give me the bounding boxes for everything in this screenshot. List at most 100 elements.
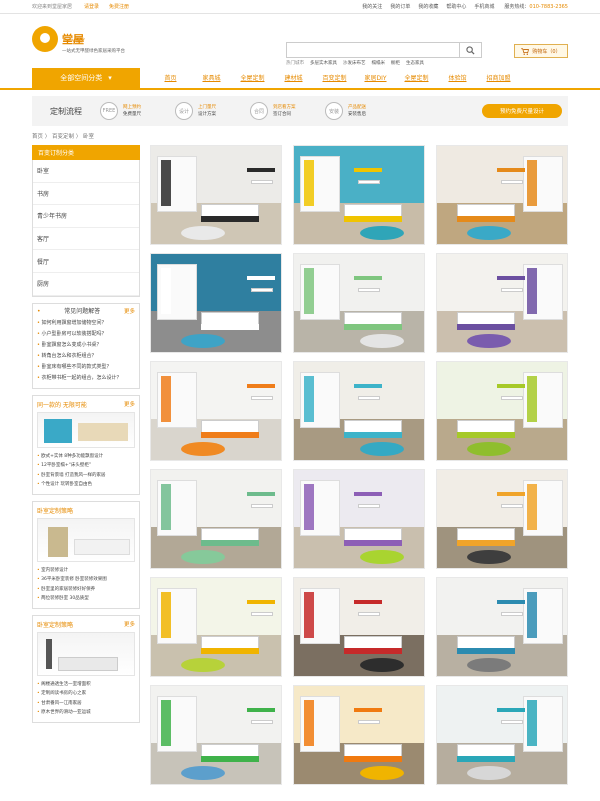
hot-word-link[interactable]: 橱柜 bbox=[391, 60, 400, 66]
article-box-title: 卧室定制策略 bbox=[37, 507, 74, 515]
rug bbox=[360, 442, 404, 456]
wall-shelf bbox=[354, 384, 382, 388]
nav-item-whole-house[interactable]: 全屋定制 bbox=[232, 73, 273, 82]
process-step: 合同 到店看方案 签订合同 bbox=[250, 102, 325, 120]
nav-item-home[interactable]: 首页 bbox=[150, 73, 191, 82]
article-link[interactable]: 欧式+实体 8种多功能飘窗设计 bbox=[37, 452, 135, 462]
nav-item-building-materials[interactable]: 建材城 bbox=[273, 73, 314, 82]
room-photo[interactable] bbox=[293, 469, 425, 569]
mobile-mall-link[interactable]: 手机商城 bbox=[474, 3, 494, 10]
wall-shelf bbox=[251, 288, 273, 292]
room-photo[interactable] bbox=[293, 253, 425, 353]
article-link[interactable]: 甘肃番风一江南家居 bbox=[37, 699, 135, 709]
more-link[interactable]: 更多 bbox=[124, 620, 135, 629]
cart-button[interactable]: 购物车（0） bbox=[514, 44, 568, 58]
room-photo[interactable] bbox=[150, 361, 282, 461]
wall-shelf bbox=[497, 708, 525, 712]
faq-item[interactable]: 小户型卧房可以软装搭配吗？ bbox=[37, 329, 135, 340]
article-link[interactable]: 原木世界的滑动一亚运城 bbox=[37, 708, 135, 718]
measure-icon: 设计 bbox=[175, 102, 193, 120]
article-link[interactable]: 36平米卧室装修 卧室装修效果图 bbox=[37, 575, 135, 585]
room-photo[interactable] bbox=[436, 145, 568, 245]
category-item-teen-study[interactable]: 青少年书房 bbox=[33, 205, 139, 228]
room-photo[interactable] bbox=[436, 577, 568, 677]
article-list: 欧式+实体 8种多功能飘窗设计 12平卧室榻+“床头壁柜” 卧室背景墙 打造我风… bbox=[37, 452, 135, 490]
faq-item[interactable]: 卧室床有哪些不同的款式类型？ bbox=[37, 362, 135, 373]
nav-item-whole-custom[interactable]: 全屋定制 bbox=[396, 73, 437, 82]
article-box: 卧室定制策略 室内装修设计 36平米卧室装修 卧室装修效果图 卧室里的家居装修好… bbox=[32, 500, 140, 609]
article-link[interactable]: 卧室背景墙 打造我风一样的家居 bbox=[37, 471, 135, 481]
faq-title: 常见问题解答 bbox=[64, 307, 101, 315]
room-photo[interactable] bbox=[436, 469, 568, 569]
nav-item-franchise[interactable]: 招商加盟 bbox=[478, 73, 519, 82]
room-photo[interactable] bbox=[150, 253, 282, 353]
article-link[interactable]: 卧室里的家居装修好好保养 bbox=[37, 585, 135, 595]
article-link[interactable]: 个性设计 玩转卧室自由色 bbox=[37, 480, 135, 490]
wardrobe-accent bbox=[527, 700, 537, 746]
my-favorites-link[interactable]: 我的收藏 bbox=[418, 3, 438, 10]
more-link[interactable]: 更多 bbox=[124, 308, 135, 316]
wall-shelf bbox=[501, 180, 523, 184]
hot-word-link[interactable]: 生态家具 bbox=[406, 60, 424, 66]
room-photo[interactable] bbox=[293, 145, 425, 245]
my-follow-link[interactable]: 我的关注 bbox=[362, 3, 382, 10]
hot-word-link[interactable]: 沙发床布艺 bbox=[343, 60, 366, 66]
room-photo[interactable] bbox=[293, 577, 425, 677]
nav-item-furniture[interactable]: 家具城 bbox=[191, 73, 232, 82]
room-photo[interactable] bbox=[150, 685, 282, 785]
wardrobe-accent bbox=[161, 700, 171, 746]
room-photo[interactable] bbox=[150, 469, 282, 569]
faq-item[interactable]: 卧室飘窗怎么变成小书桌？ bbox=[37, 340, 135, 351]
search-input[interactable] bbox=[287, 43, 457, 57]
wall-shelf bbox=[358, 396, 380, 400]
register-link[interactable]: 免费注册 bbox=[109, 3, 129, 10]
rug bbox=[467, 550, 511, 564]
room-photo[interactable] bbox=[436, 253, 568, 353]
wall-shelf bbox=[358, 720, 380, 724]
room-photo[interactable] bbox=[436, 361, 568, 461]
article-link[interactable]: 室内装修设计 bbox=[37, 566, 135, 576]
rug bbox=[467, 658, 511, 672]
all-categories-button[interactable]: 全部空间分类 ▾ bbox=[32, 68, 140, 88]
article-link[interactable]: 两位装修卧室 30品质型 bbox=[37, 594, 135, 604]
bed-frame bbox=[201, 756, 259, 762]
nav-menu: 首页 家具城 全屋定制 建材城 百变定制 家居DIY 全屋定制 体验馆 招商加盟 bbox=[150, 73, 519, 82]
category-item-study[interactable]: 书房 bbox=[33, 183, 139, 206]
article-thumbnail[interactable] bbox=[37, 411, 135, 448]
top-links: 我的关注 我的订单 我的收藏 帮助中心 手机商城 bbox=[362, 3, 494, 10]
article-link[interactable]: 12平卧室榻+“床头壁柜” bbox=[37, 461, 135, 471]
bed-frame bbox=[457, 756, 515, 762]
nav-item-experience[interactable]: 体验馆 bbox=[437, 73, 478, 82]
category-item-bedroom[interactable]: 卧室 bbox=[33, 160, 139, 183]
room-photo[interactable] bbox=[436, 685, 568, 785]
faq-item[interactable]: 转角台怎么和衣柜组合？ bbox=[37, 351, 135, 362]
article-thumbnail[interactable] bbox=[37, 631, 135, 676]
nav-item-custom[interactable]: 百变定制 bbox=[314, 73, 355, 82]
wardrobe-accent bbox=[527, 268, 537, 314]
nav-item-diy[interactable]: 家居DIY bbox=[355, 73, 396, 82]
delivery-truck-icon: 安装 bbox=[325, 102, 343, 120]
article-link[interactable]: 定制阅读书房的心之家 bbox=[37, 689, 135, 699]
faq-item[interactable]: 如何利用飘窗增加储物空间？ bbox=[37, 318, 135, 329]
room-photo[interactable] bbox=[293, 685, 425, 785]
room-photo[interactable] bbox=[150, 145, 282, 245]
wall-shelf bbox=[501, 720, 523, 724]
my-orders-link[interactable]: 我的订单 bbox=[390, 3, 410, 10]
faq-header: 常见问题解答 更多 bbox=[37, 308, 135, 316]
search-button[interactable] bbox=[459, 43, 481, 57]
room-photo[interactable] bbox=[293, 361, 425, 461]
hot-word-link[interactable]: 榻榻米 bbox=[372, 60, 386, 66]
help-center-link[interactable]: 帮助中心 bbox=[446, 3, 466, 10]
article-link[interactable]: 阁楼通透生活一室增面积 bbox=[37, 680, 135, 690]
article-thumbnail[interactable] bbox=[37, 517, 135, 562]
category-item-kitchen[interactable]: 厨房 bbox=[33, 273, 139, 296]
hot-word-link[interactable]: 多层实木家具 bbox=[310, 60, 337, 66]
login-link[interactable]: 请登录 bbox=[84, 3, 99, 10]
rug bbox=[467, 766, 511, 780]
category-item-living-room[interactable]: 客厅 bbox=[33, 228, 139, 251]
faq-item[interactable]: 衣柜带书柜一起的组合，怎么设计？ bbox=[37, 373, 135, 384]
room-photo[interactable] bbox=[150, 577, 282, 677]
book-free-design-button[interactable]: 预约免费尺量设计 bbox=[482, 104, 562, 118]
more-link[interactable]: 更多 bbox=[124, 400, 135, 409]
category-item-dining-room[interactable]: 餐厅 bbox=[33, 250, 139, 273]
